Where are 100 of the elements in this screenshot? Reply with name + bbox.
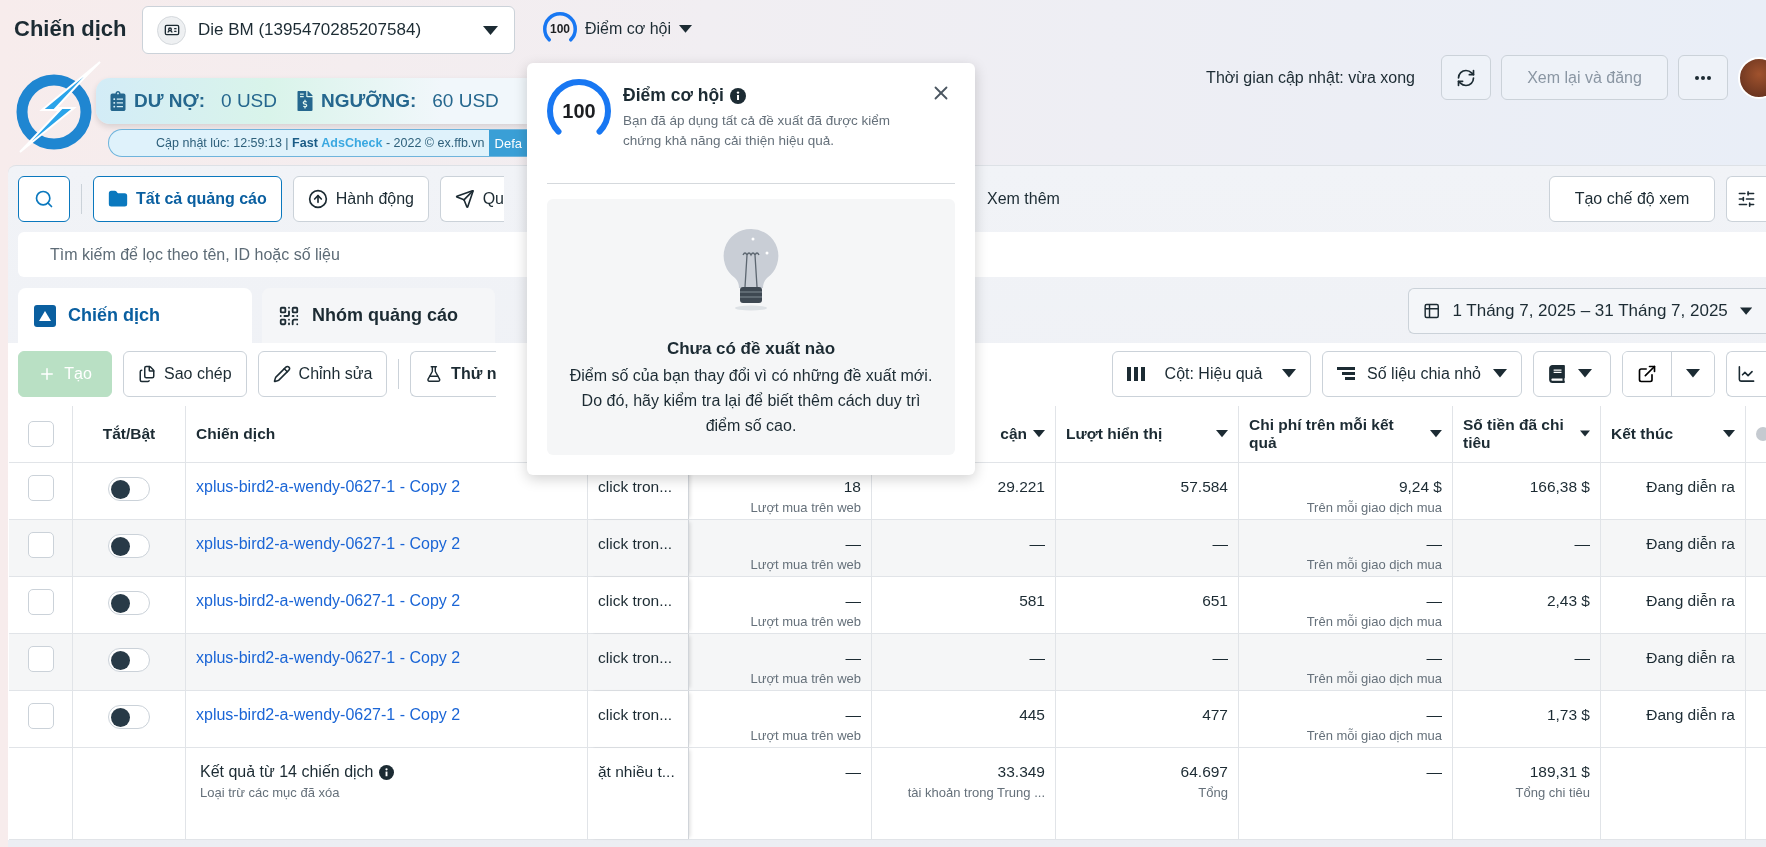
popup-description: Bạn đã áp dụng tất cả đề xuất đã được kiểm chứng khả năng cải thiện hiệu quả. xyxy=(623,112,892,150)
columns-button[interactable]: Cột: Hiệu quả xyxy=(1112,350,1311,397)
toggle-switch[interactable] xyxy=(108,648,150,672)
chart-button[interactable] xyxy=(1726,350,1766,397)
column-header[interactable]: cận xyxy=(1000,425,1027,443)
table-cell: 189,31 $ xyxy=(1529,763,1590,781)
total-label: Kết quả từ 14 chiến dịch xyxy=(196,763,394,781)
column-header[interactable]: Chi phí trên mỗi kết quả xyxy=(1249,416,1425,452)
export-icon xyxy=(1637,363,1657,384)
threshold-label: NGƯỠNG: xyxy=(321,90,417,112)
table-cell: — xyxy=(845,592,861,610)
settings-icon xyxy=(1737,189,1756,209)
caret-icon xyxy=(1033,430,1045,438)
table-cell: — xyxy=(1426,763,1442,781)
cell-subtext: Trên mỗi giao dịch mua xyxy=(1306,614,1442,629)
campaign-link[interactable]: xplus-bird2-a-wendy-0627-1 - Copy 2 xyxy=(196,706,461,724)
breakdown-button[interactable]: Số liệu chia nhỏ xyxy=(1322,350,1522,397)
create-view-button[interactable]: Tạo chế độ xem xyxy=(1549,176,1715,222)
grid-icon xyxy=(278,304,300,327)
info-icon xyxy=(378,764,394,780)
campaign-link[interactable]: xplus-bird2-a-wendy-0627-1 - Copy 2 xyxy=(196,535,461,553)
table-cell: 2,43 $ xyxy=(1546,592,1590,610)
search-button[interactable] xyxy=(18,176,70,222)
action-button[interactable]: Thử n xyxy=(410,350,497,397)
upload-icon xyxy=(307,189,328,209)
table-cell: click tron... xyxy=(598,592,673,610)
refresh-icon xyxy=(1456,67,1476,88)
caret-icon xyxy=(483,25,498,35)
action-button[interactable]: Chỉnh sửa xyxy=(257,350,388,397)
campaign-link[interactable]: xplus-bird2-a-wendy-0627-1 - Copy 2 xyxy=(196,478,461,496)
filter-button[interactable]: Tất cả quảng cáo xyxy=(93,176,282,222)
book-icon xyxy=(1548,364,1566,383)
info-icon xyxy=(729,87,746,104)
column-header: Tắt/Bật xyxy=(102,425,156,443)
score-gauge: 100 xyxy=(543,12,577,46)
table-cell: click tron... xyxy=(598,478,673,496)
cell-subtext: Trên mỗi giao dịch mua xyxy=(1306,500,1442,515)
checkbox[interactable] xyxy=(27,646,54,672)
tab[interactable]: Chiến dịch xyxy=(18,288,252,343)
table-cell: Đang diễn ra xyxy=(1646,535,1735,553)
filter-button[interactable]: Hành động xyxy=(292,176,429,222)
cell-subtext: Lượt mua trên web xyxy=(750,500,861,515)
action-button[interactable]: Sao chép xyxy=(123,350,247,397)
popup-title: Điểm cơ hội xyxy=(623,85,724,106)
reports-button[interactable] xyxy=(1533,350,1611,397)
checkbox[interactable] xyxy=(27,475,54,501)
toggle-switch[interactable] xyxy=(108,705,150,729)
column-header[interactable]: Lượt hiển thị xyxy=(1066,425,1163,443)
threshold-value: 60 USD xyxy=(432,90,499,112)
table-cell: 33.349 xyxy=(997,763,1045,781)
table-cell: 477 xyxy=(1202,706,1228,724)
table-cell: 166,38 $ xyxy=(1529,478,1590,496)
export-menu-button[interactable] xyxy=(1671,351,1714,396)
campaign-link[interactable]: xplus-bird2-a-wendy-0627-1 - Copy 2 xyxy=(196,592,461,610)
table-cell: click tron... xyxy=(598,706,673,724)
settings-button[interactable] xyxy=(1726,176,1766,222)
refresh-button[interactable] xyxy=(1441,55,1491,100)
date-range-button[interactable]: 1 Tháng 7, 2025 – 31 Tháng 7, 2025 xyxy=(1408,288,1766,334)
table-cell: — xyxy=(845,535,861,553)
caret-icon xyxy=(1216,430,1228,438)
id-card-icon xyxy=(163,22,180,38)
column-header[interactable]: Kết thúc xyxy=(1611,425,1673,443)
table-cell: 9,24 $ xyxy=(1398,478,1442,496)
caret-icon xyxy=(1430,430,1442,438)
caret-icon xyxy=(1282,369,1296,378)
toggle-switch[interactable] xyxy=(108,591,150,615)
checkbox[interactable] xyxy=(27,589,54,615)
checkbox[interactable] xyxy=(27,421,54,447)
toggle-switch[interactable] xyxy=(108,534,150,558)
tab[interactable]: Nhóm quảng cáo xyxy=(262,288,495,343)
copy-icon xyxy=(138,364,156,383)
invoice-icon xyxy=(295,91,315,111)
cell-subtext: Lượt mua trên web xyxy=(750,557,861,572)
table-cell: Đang diễn ra xyxy=(1646,592,1735,610)
checkbox[interactable] xyxy=(27,703,54,729)
column-header[interactable]: Số tiền đã chi tiêu xyxy=(1463,416,1574,452)
toggle-switch[interactable] xyxy=(108,477,150,501)
debt-label: DƯ NỢ: xyxy=(134,90,206,112)
account-select[interactable]: Die BM (1395470285207584) xyxy=(142,6,515,54)
score-label[interactable]: Điểm cơ hội xyxy=(585,20,672,38)
filter-button[interactable]: Qu xyxy=(440,176,504,222)
table-cell: click tron... xyxy=(598,649,673,667)
caret-icon xyxy=(1493,369,1507,378)
send-icon xyxy=(455,189,475,209)
pencil-icon xyxy=(272,364,291,383)
caret-icon xyxy=(1578,369,1592,378)
table-cell: — xyxy=(1426,592,1442,610)
see-more-link[interactable]: Xem thêm xyxy=(987,190,1060,208)
update-time: Thời gian cập nhật: vừa xong xyxy=(1206,68,1415,87)
checkbox[interactable] xyxy=(27,532,54,558)
update-info: Cập nhật lúc: 12:59:13 | Fast AdsCheck - 2022 © ex.ffb.vn xyxy=(156,136,486,150)
empty-text: Điểm số của bạn thay đổi vì có những đề xuất mới. Do đó, hãy kiểm tra lại để biết thêm cách duy trì điểm số cao. xyxy=(568,366,934,436)
debt-value: 0 USD xyxy=(221,90,277,112)
table-cell: Đang diễn ra xyxy=(1646,706,1735,724)
cell-subtext: Trên mỗi giao dịch mua xyxy=(1306,557,1442,572)
campaign-link[interactable]: xplus-bird2-a-wendy-0627-1 - Copy 2 xyxy=(196,649,461,667)
lightbulb-icon xyxy=(721,227,781,313)
table-cell: — xyxy=(1212,649,1228,667)
table-cell: 18 xyxy=(843,478,861,496)
search-icon xyxy=(34,189,54,209)
